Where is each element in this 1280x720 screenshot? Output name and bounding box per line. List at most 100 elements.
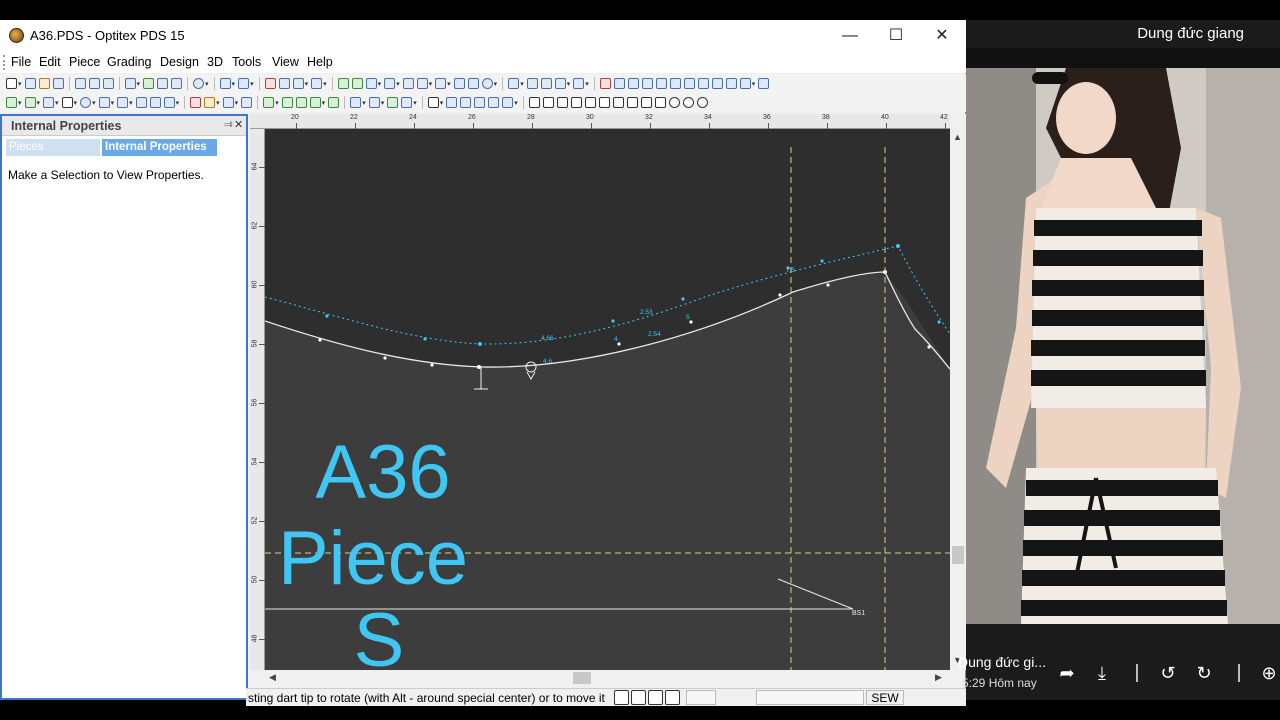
line-draw-icon[interactable] (24, 97, 36, 108)
rotate-left-icon[interactable]: ↺ (1157, 662, 1179, 684)
pentagon-shape-icon[interactable] (654, 97, 666, 108)
wedge-shape-icon[interactable] (640, 97, 652, 108)
right-triangle-shape-icon[interactable] (626, 97, 638, 108)
print-icon[interactable] (74, 78, 86, 89)
view-11-icon[interactable] (758, 78, 770, 89)
menu-grading[interactable]: Grading (107, 55, 151, 69)
download-icon[interactable]: ⤓ (1091, 662, 1113, 684)
rotate-icon[interactable] (263, 97, 275, 108)
open-file-icon[interactable] (38, 78, 50, 89)
horizontal-scroll-thumb[interactable] (573, 672, 591, 684)
piece-tool-2-icon[interactable] (526, 78, 538, 89)
select-tool-icon[interactable] (6, 78, 17, 89)
fold-5-icon[interactable] (502, 97, 514, 108)
text-icon[interactable] (117, 97, 129, 108)
cursor-icon[interactable] (61, 97, 73, 108)
piece-edit-2-icon[interactable] (368, 97, 380, 108)
menu-view[interactable]: View (272, 55, 299, 69)
maximize-button[interactable]: ☐ (873, 20, 919, 51)
piece-edit-3-icon[interactable] (387, 97, 399, 108)
table-icon[interactable] (124, 78, 136, 89)
piece-tool-3-icon[interactable] (540, 78, 552, 89)
plot-icon[interactable] (88, 78, 100, 89)
help-icon[interactable] (311, 78, 323, 89)
measure-icon[interactable] (337, 78, 349, 89)
rotate-3-icon[interactable] (295, 97, 307, 108)
curve-draw-icon[interactable] (98, 97, 110, 108)
shield-icon[interactable] (427, 97, 439, 108)
circle-shape-3-icon[interactable] (696, 97, 708, 108)
view-2-icon[interactable] (627, 78, 639, 89)
copy-icon[interactable] (278, 78, 290, 89)
page-setup-icon[interactable] (102, 78, 114, 89)
rotate-5-icon[interactable] (328, 97, 340, 108)
link-icon[interactable] (467, 78, 479, 89)
piece-tool-4-icon[interactable] (554, 78, 566, 89)
status-snap-4-icon[interactable] (665, 690, 680, 705)
zoom-in-icon[interactable]: ⊕ (1258, 662, 1280, 684)
trapezoid-shape-icon[interactable] (556, 97, 568, 108)
close-button[interactable]: ✕ (919, 20, 965, 51)
menu-edit[interactable]: Edit (39, 55, 61, 69)
grid-icon[interactable] (143, 78, 155, 89)
rhombus-shape-icon[interactable] (598, 97, 610, 108)
tab-internal-properties[interactable]: Internal Properties (102, 139, 217, 156)
view-9-icon[interactable] (725, 78, 737, 89)
dart-icon[interactable] (222, 97, 234, 108)
bezier-icon[interactable] (135, 97, 147, 108)
view-3-icon[interactable] (641, 78, 653, 89)
piece-edit-icon[interactable] (350, 97, 362, 108)
horizontal-scrollbar[interactable]: ◀ ▶ (265, 670, 950, 686)
pin-icon[interactable]: ⫥ (224, 119, 233, 130)
menu-3d[interactable]: 3D (207, 55, 223, 69)
ruler-icon[interactable] (351, 78, 363, 89)
view-8-icon[interactable] (711, 78, 723, 89)
menu-help[interactable]: Help (307, 55, 333, 69)
status-snap-2-icon[interactable] (631, 690, 646, 705)
paste-icon[interactable] (292, 78, 304, 89)
grade-table-icon[interactable] (365, 78, 377, 89)
view-6-icon[interactable] (683, 78, 695, 89)
piece-tool-icon[interactable] (508, 78, 520, 89)
parallelogram-shape-icon[interactable] (542, 97, 554, 108)
circle-shape-icon[interactable] (668, 97, 680, 108)
scroll-up-icon[interactable]: ▲ (953, 132, 962, 142)
diamond-shape-icon[interactable] (570, 97, 582, 108)
marker-icon[interactable] (599, 78, 611, 89)
status-snap-3-icon[interactable] (648, 690, 663, 705)
fold-4-icon[interactable] (488, 97, 500, 108)
point-draw-icon[interactable] (6, 97, 17, 108)
cut-icon[interactable] (264, 78, 276, 89)
delete-icon[interactable] (190, 97, 202, 108)
point-icon[interactable] (453, 78, 465, 89)
square-shape-icon[interactable] (528, 97, 540, 108)
zoom-pan-icon[interactable] (171, 78, 183, 89)
view-5-icon[interactable] (669, 78, 681, 89)
undo-icon[interactable] (219, 78, 231, 89)
view-1-icon[interactable] (613, 78, 625, 89)
grade-tool-3-icon[interactable] (416, 78, 428, 89)
menu-piece[interactable]: Piece (69, 55, 100, 69)
menu-design[interactable]: Design (160, 55, 199, 69)
tab-pieces-properties[interactable]: Pieces Properties (6, 139, 100, 170)
status-snap-icon[interactable] (614, 690, 629, 705)
fold-icon[interactable] (446, 97, 458, 108)
grade-icon[interactable] (384, 78, 396, 89)
scroll-left-icon[interactable]: ◀ (269, 672, 276, 683)
fold-3-icon[interactable] (474, 97, 486, 108)
zoom-icon[interactable] (193, 78, 205, 89)
rectangle-draw-icon[interactable] (43, 97, 55, 108)
grade-tool-2-icon[interactable] (402, 78, 414, 89)
scroll-right-icon[interactable]: ▶ (935, 672, 942, 683)
arc-icon[interactable] (149, 97, 161, 108)
rotate-2-icon[interactable] (281, 97, 293, 108)
zoom-window-icon[interactable] (157, 78, 169, 89)
share-icon[interactable]: ➦ (1056, 662, 1078, 684)
view-7-icon[interactable] (697, 78, 709, 89)
rotate-right-icon[interactable]: ↻ (1193, 662, 1215, 684)
text-tool-icon[interactable] (573, 78, 585, 89)
menu-tools[interactable]: Tools (232, 55, 261, 69)
save-icon[interactable] (52, 78, 64, 89)
minimize-button[interactable]: — (827, 20, 873, 51)
notch-draw-icon[interactable] (204, 97, 216, 108)
